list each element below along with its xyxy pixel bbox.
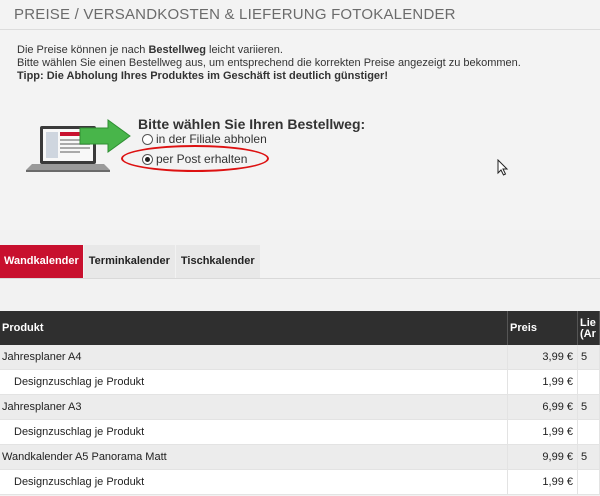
info-line-2: Bitte wählen Sie einen Bestellweg aus, u… <box>17 57 521 69</box>
delivery-days <box>577 469 600 495</box>
product-price: 3,99 € <box>507 345 578 370</box>
column-header-price: Preis <box>507 311 578 345</box>
tabs-divider <box>0 278 600 279</box>
table-row: Wandkalender A5 Panorama Matt 9,99 € 5 <box>0 444 600 470</box>
product-name: Designzuschlag je Produkt <box>0 419 509 445</box>
title-divider <box>0 29 600 30</box>
product-price: 1,99 € <box>507 419 578 445</box>
product-price: 1,99 € <box>507 369 578 395</box>
info-line-1-end: leicht variieren. <box>205 44 283 56</box>
table-row: Designzuschlag je Produkt 1,99 € <box>0 469 600 495</box>
column-header-product: Produkt <box>0 311 509 345</box>
info-line-1: Die Preise können je nach Bestellweg lei… <box>17 44 521 57</box>
product-name: Jahresplaner A3 <box>0 394 509 420</box>
delivery-days: 5 <box>577 444 600 470</box>
delivery-days <box>577 419 600 445</box>
table-row: Jahresplaner A4 3,99 € 5 <box>0 345 600 370</box>
product-price: 1,99 € <box>507 469 578 495</box>
table-row: Designzuschlag je Produkt 1,99 € <box>0 369 600 395</box>
column-header-delivery: Lie (Ar <box>577 311 600 345</box>
tab-wandkalender[interactable]: Wandkalender <box>0 245 83 278</box>
page-title: PREISE / VERSANDKOSTEN & LIEFERUNG FOTOK… <box>14 6 456 23</box>
delivery-days: 5 <box>577 345 600 370</box>
order-method-heading: Bitte wählen Sie Ihren Bestellweg: <box>138 116 366 132</box>
product-name: Jahresplaner A4 <box>0 345 509 370</box>
selection-highlight-ellipse <box>121 145 269 172</box>
product-price: 6,99 € <box>507 394 578 420</box>
info-line-1-start: Die Preise können je nach <box>17 44 149 56</box>
radio-pickup[interactable]: in der Filiale abholen <box>142 132 267 146</box>
radio-pickup-circle[interactable] <box>142 133 153 145</box>
calendar-tabs: Wandkalender Terminkalender Tischkalende… <box>0 245 261 278</box>
order-section <box>0 0 600 230</box>
delivery-days: 5 <box>577 394 600 420</box>
column-header-delivery-line2: (Ar <box>580 328 596 340</box>
info-tip: Tipp: Die Abholung Ihres Produktes im Ge… <box>17 70 388 82</box>
delivery-days <box>577 369 600 395</box>
product-name: Wandkalender A5 Panorama Matt <box>0 444 509 470</box>
price-table: Produkt Preis Lie (Ar Jahresplaner A4 3,… <box>0 311 600 495</box>
product-name: Designzuschlag je Produkt <box>0 369 509 395</box>
tab-tischkalender[interactable]: Tischkalender <box>175 245 260 278</box>
table-row: Designzuschlag je Produkt 1,99 € <box>0 419 600 445</box>
table-row: Jahresplaner A3 6,99 € 5 <box>0 394 600 420</box>
product-name: Designzuschlag je Produkt <box>0 469 509 495</box>
info-line-1-bold: Bestellweg <box>148 44 206 56</box>
mouse-cursor-icon <box>497 159 509 176</box>
laptop-arrow-icon <box>26 119 131 172</box>
radio-pickup-label: in der Filiale abholen <box>156 132 267 146</box>
table-header-row: Produkt Preis Lie (Ar <box>0 311 600 345</box>
tab-terminkalender[interactable]: Terminkalender <box>83 245 175 278</box>
info-text: Die Preise können je nach Bestellweg lei… <box>17 44 521 83</box>
product-price: 9,99 € <box>507 444 578 470</box>
